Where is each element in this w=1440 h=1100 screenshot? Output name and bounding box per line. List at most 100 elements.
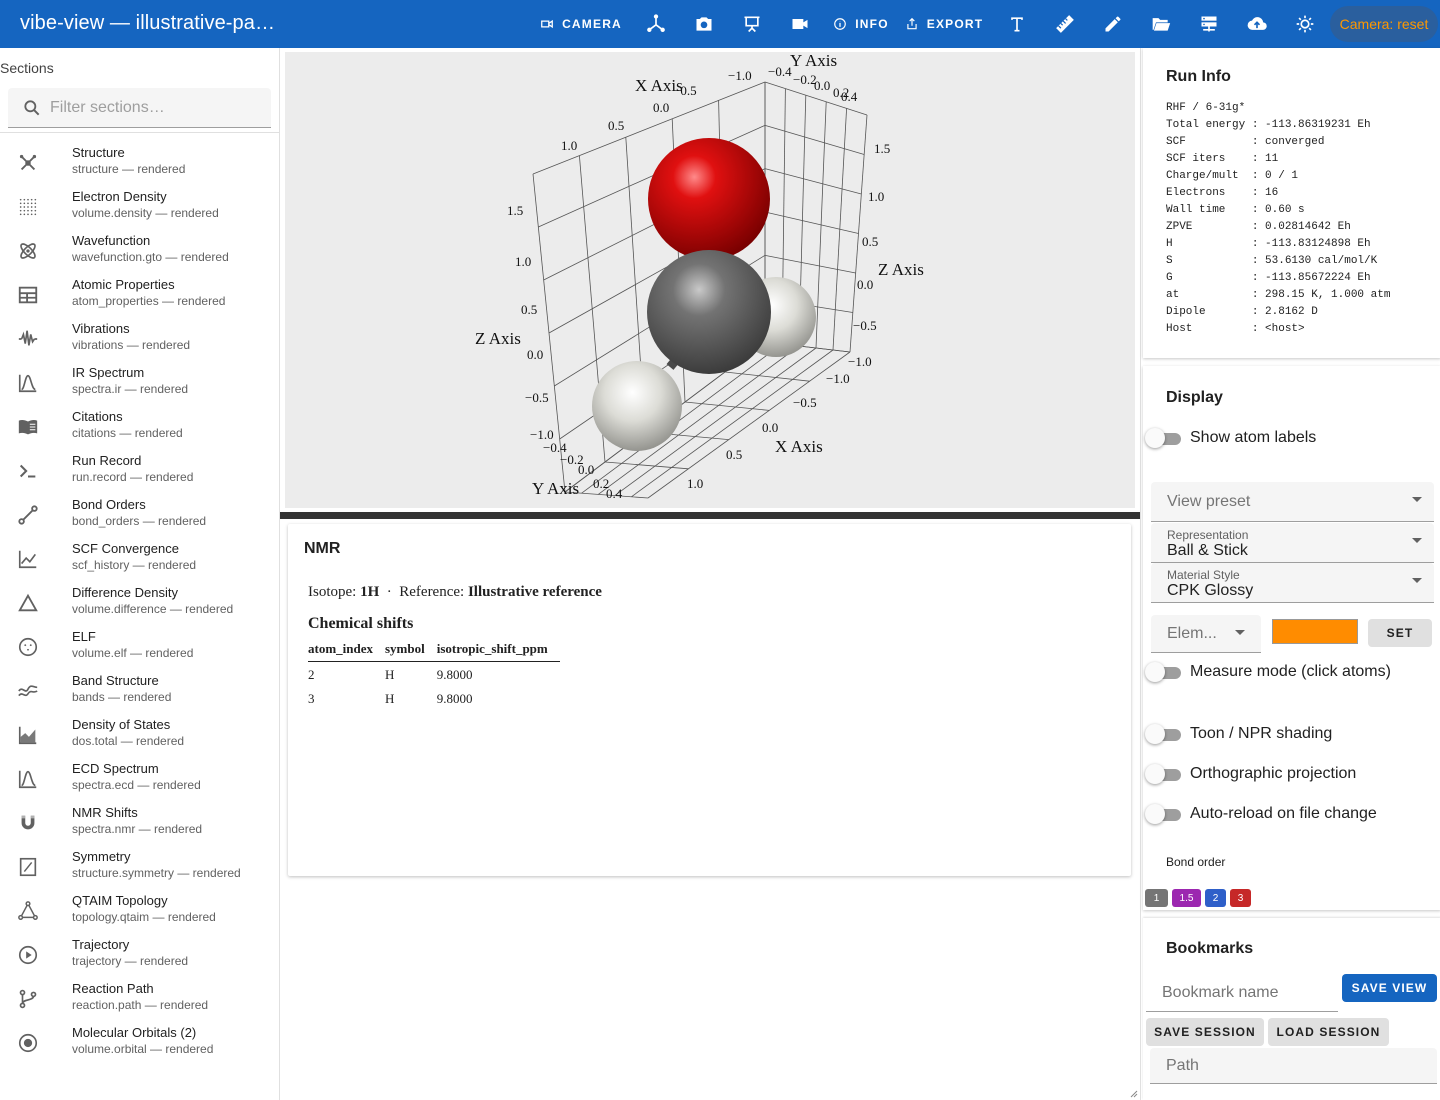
auto-reload-toggle[interactable]: Auto-reload on file change: [1145, 802, 1377, 826]
sidebar-item-name: Difference Density: [72, 585, 178, 600]
load-session-button[interactable]: LOAD SESSION: [1268, 1018, 1389, 1046]
toggle-switch[interactable]: [1145, 426, 1181, 450]
theme-button[interactable]: [1289, 0, 1321, 48]
toggle-switch[interactable]: [1145, 762, 1181, 786]
reference-value: Illustrative reference: [467, 584, 602, 600]
filter-sections-input[interactable]: [50, 96, 260, 120]
book-icon: [17, 416, 39, 438]
path-input[interactable]: [1150, 1048, 1437, 1083]
export-button[interactable]: EXPORT: [906, 0, 982, 48]
open-folder-button[interactable]: [1145, 0, 1177, 48]
presentation-button[interactable]: [736, 0, 768, 48]
material-style-select[interactable]: Material Style CPK Glossy: [1151, 563, 1434, 603]
screenshot-button[interactable]: [688, 0, 720, 48]
sidebar-item-nmr-shifts[interactable]: NMR Shifts spectra.nmr — rendered: [0, 802, 279, 846]
axis-title: Y Axis: [532, 479, 579, 498]
sidebar-item-electron-density[interactable]: Electron Density volume.density — rendere…: [0, 186, 279, 230]
axis-tick-label: −0.5: [525, 390, 549, 405]
sidebar-item-vibrations[interactable]: Vibrations vibrations — rendered: [0, 318, 279, 362]
axis-tick-label: 1.0: [868, 189, 884, 204]
toggle-switch[interactable]: [1145, 802, 1181, 826]
sidebar-item-density-of-states[interactable]: Density of States dos.total — rendered: [0, 714, 279, 758]
run-info-card: Run Info RHF / 6-31g* Total energy : -113…: [1143, 48, 1440, 358]
server-button[interactable]: [1193, 0, 1225, 48]
measure-mode-toggle[interactable]: Measure mode (click atoms): [1145, 660, 1391, 684]
sidebar-item-run-record[interactable]: Run Record run.record — rendered: [0, 450, 279, 494]
sidebar-item-molecular-orbitals-2[interactable]: Molecular Orbitals (2) volume.orbital — r…: [0, 1022, 279, 1066]
sidebar-item-subtitle: vibrations — rendered: [72, 338, 191, 352]
camera-reset-chip[interactable]: Camera: reset: [1330, 6, 1438, 42]
chemical-shifts-heading: Chemical shifts: [308, 615, 414, 632]
play-circle-icon: [17, 944, 39, 966]
orthographic-toggle[interactable]: Orthographic projection: [1145, 762, 1356, 786]
bond-order-chip[interactable]: 3: [1230, 889, 1251, 907]
axis-tick-label: 0.0: [653, 100, 669, 115]
sidebar-item-atomic-properties[interactable]: Atomic Properties atom_properties — rende…: [0, 274, 279, 318]
atom-carbon[interactable]: [647, 250, 771, 374]
set-color-button[interactable]: SET: [1368, 619, 1432, 647]
bond-order-chip[interactable]: 1.5: [1172, 889, 1201, 907]
molecule-viewport[interactable]: X Axis Y Axis Z Axis Z Axis X Axis Y Axis −1.0…: [285, 52, 1135, 508]
representation-value: Ball & Stick: [1167, 542, 1248, 559]
sidebar-item-qtaim-topology[interactable]: QTAIM Topology topology.qtaim — rendered: [0, 890, 279, 934]
sidebar-item-ecd-spectrum[interactable]: ECD Spectrum spectra.ecd — rendered: [0, 758, 279, 802]
display-card: Display Show atom labels View preset Rep…: [1143, 366, 1440, 910]
bookmark-name-field[interactable]: [1146, 974, 1338, 1012]
sidebar-item-name: Citations: [72, 409, 123, 424]
info-button[interactable]: INFO: [832, 0, 890, 48]
table-icon: [17, 284, 39, 306]
show-atom-labels-toggle[interactable]: Show atom labels: [1145, 426, 1316, 450]
axis-title: Z Axis: [475, 329, 521, 348]
sidebar-item-difference-density[interactable]: Difference Density volume.difference — re…: [0, 582, 279, 626]
view-preset-select[interactable]: View preset: [1151, 482, 1434, 522]
sidebar-title: Sections: [0, 60, 54, 76]
sidebar-item-citations[interactable]: Citations citations — rendered: [0, 406, 279, 450]
axis-tick-label: 0.5: [521, 302, 537, 317]
filter-sections-field[interactable]: [8, 88, 271, 128]
sidebar-item-subtitle: topology.qtaim — rendered: [72, 910, 216, 924]
save-session-button[interactable]: SAVE SESSION: [1146, 1018, 1264, 1046]
element-select[interactable]: Elem...: [1151, 615, 1261, 653]
sidebar-item-name: Vibrations: [72, 321, 130, 336]
axes-button[interactable]: [640, 0, 672, 48]
ruler-button[interactable]: [1049, 0, 1081, 48]
sidebar-item-structure[interactable]: Structure structure — rendered: [0, 142, 279, 186]
record-button[interactable]: [784, 0, 816, 48]
panel-splitter[interactable]: [280, 512, 1140, 519]
sidebar-item-trajectory[interactable]: Trajectory trajectory — rendered: [0, 934, 279, 978]
axis-tick-label: −0.5: [673, 83, 697, 98]
sidebar-item-symmetry[interactable]: Symmetry structure.symmetry — rendered: [0, 846, 279, 890]
toggle-switch[interactable]: [1145, 722, 1181, 746]
chemical-shifts-table: atom_index symbol isotropic_shift_ppm 2 H 9.…: [308, 637, 560, 710]
sidebar-item-ir-spectrum[interactable]: IR Spectrum spectra.ir — rendered: [0, 362, 279, 406]
sidebar-item-elf[interactable]: ELF volume.elf — rendered: [0, 626, 279, 670]
ruler-icon: [1056, 15, 1074, 33]
path-field[interactable]: [1150, 1048, 1437, 1084]
atom-hydrogen[interactable]: [592, 361, 682, 451]
draw-button[interactable]: [1097, 0, 1129, 48]
atom-oxygen[interactable]: [648, 138, 770, 260]
representation-select[interactable]: Representation Ball & Stick: [1151, 523, 1434, 563]
bond-order-chip[interactable]: 2: [1205, 889, 1226, 907]
text-button[interactable]: [1001, 0, 1033, 48]
sidebar-item-bond-orders[interactable]: Bond Orders bond_orders — rendered: [0, 494, 279, 538]
bond-order-chip[interactable]: 1: [1145, 889, 1168, 907]
camera-button[interactable]: CAMERA: [541, 0, 621, 48]
resize-handle-icon[interactable]: [1128, 1088, 1138, 1098]
sidebar-item-reaction-path[interactable]: Reaction Path reaction.path — rendered: [0, 978, 279, 1022]
bookmark-name-input[interactable]: [1146, 974, 1338, 1011]
sidebar-item-wavefunction[interactable]: Wavefunction wavefunction.gto — rendered: [0, 230, 279, 274]
sidebar-item-subtitle: spectra.nmr — rendered: [72, 822, 203, 836]
cloud-upload-button[interactable]: [1241, 0, 1273, 48]
save-view-button[interactable]: SAVE VIEW: [1342, 974, 1437, 1002]
element-color-swatch[interactable]: [1272, 619, 1358, 644]
sidebar-item-name: Molecular Orbitals (2): [72, 1025, 197, 1040]
sidebar-item-name: ELF: [72, 629, 96, 644]
dropdown-caret-icon: [1412, 497, 1422, 502]
toon-shading-toggle[interactable]: Toon / NPR shading: [1145, 722, 1332, 746]
toggle-switch[interactable]: [1145, 660, 1181, 684]
sidebar-item-scf-convergence[interactable]: SCF Convergence scf_history — rendered: [0, 538, 279, 582]
isotope-label: Isotope:: [308, 584, 357, 600]
sidebar-item-band-structure[interactable]: Band Structure bands — rendered: [0, 670, 279, 714]
molecule-3d-scene[interactable]: X AxisY AxisZ AxisZ AxisX AxisY Axis−1.0…: [285, 52, 1135, 508]
